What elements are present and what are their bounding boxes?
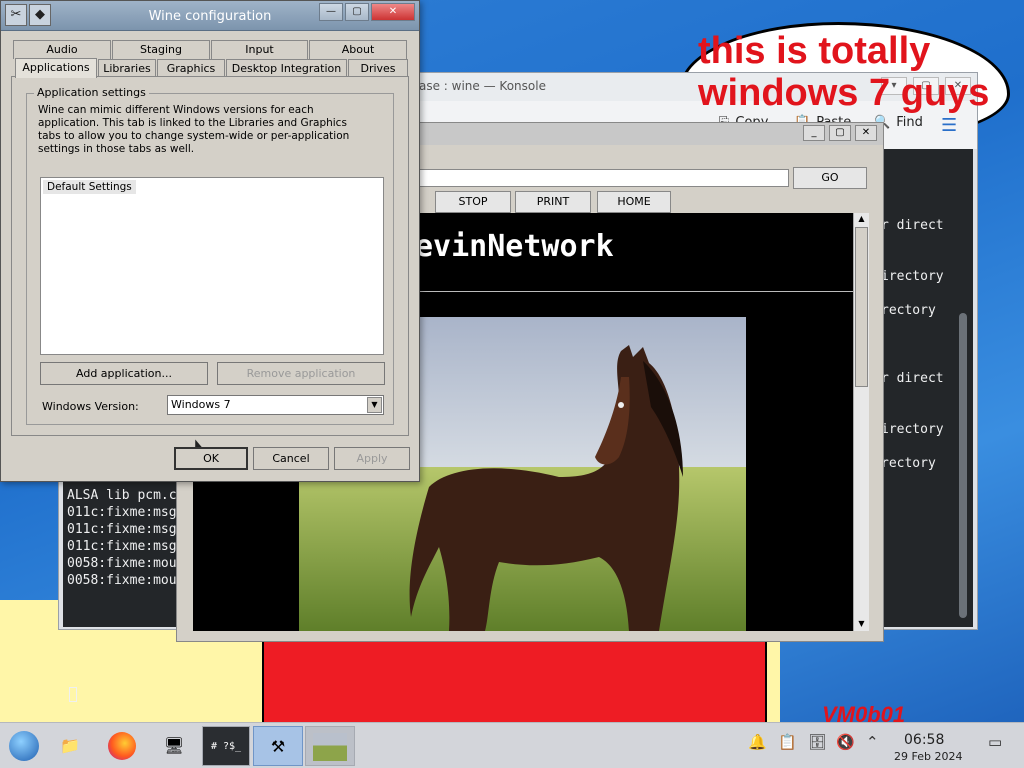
tab-about[interactable]: About (309, 40, 407, 59)
selected-version: Windows 7 (171, 398, 231, 411)
description-text: Wine can mimic different Windows version… (38, 104, 350, 155)
tab-audio[interactable]: Audio (13, 40, 111, 59)
add-application-button[interactable]: Add application... (40, 362, 208, 385)
clock-date[interactable]: 29 Feb 2024 (894, 750, 962, 763)
scroll-up-icon[interactable]: ▲ (855, 213, 868, 226)
desktop-drawing-red (262, 636, 767, 726)
windows-version-label: Windows Version: (42, 400, 139, 413)
term-line: ALSA lib pcm.c (67, 488, 177, 503)
applications-panel: Application settings Wine can mimic diff… (11, 76, 409, 457)
remove-application-button[interactable]: Remove application (217, 362, 385, 385)
url-input[interactable] (417, 169, 789, 187)
ok-button[interactable]: OK (174, 447, 248, 470)
print-button[interactable]: PRINT (515, 191, 591, 213)
wine-config-dialog[interactable]: ✂ ◆ Wine configuration — ▢ ✕ Audio Stagi… (0, 0, 420, 482)
windows-logo-icon (9, 731, 39, 761)
site-title: evinNetwork (415, 229, 614, 264)
terminal-cursor (69, 687, 77, 702)
term-line-right: irectory (881, 422, 944, 437)
close-icon[interactable]: ✕ (371, 3, 415, 21)
clipboard-icon[interactable]: 📋 (778, 733, 797, 751)
term-line: 011c:fixme:msg (67, 539, 177, 554)
volume-muted-icon[interactable]: 🔇 (836, 733, 855, 751)
term-line-right: rectory (881, 456, 936, 471)
clock-time[interactable]: 06:58 (904, 732, 944, 748)
maximize-icon[interactable]: ▢ (829, 125, 851, 141)
show-desktop-icon[interactable]: ▭ (988, 733, 1002, 751)
browser-scrollbar[interactable]: ▲ ▼ (853, 213, 869, 631)
term-line: 011c:fixme:msg (67, 505, 177, 520)
maximize-icon[interactable]: ▢ (345, 3, 369, 21)
group-label: Application settings (34, 86, 149, 99)
konsole-title: ase : wine — Konsole (419, 79, 546, 93)
notification-bell-icon[interactable]: 🔔 (748, 733, 767, 751)
start-button[interactable] (2, 726, 46, 766)
term-line-right: irectory (881, 269, 944, 284)
firefox-icon[interactable] (100, 726, 144, 766)
chevron-up-icon[interactable]: ⌃ (866, 733, 879, 751)
scroll-thumb[interactable] (855, 227, 868, 387)
term-line-right: r direct (881, 371, 944, 386)
chevron-down-icon[interactable]: ▼ (367, 397, 382, 413)
terminal-icon: # ?$_ (210, 741, 242, 752)
task-browser[interactable] (305, 726, 355, 766)
term-line: 0058:fixme:mou (67, 556, 177, 571)
home-button[interactable]: HOME (597, 191, 671, 213)
windows-version-select[interactable]: Windows 7 ▼ (167, 395, 384, 415)
stop-button[interactable]: STOP (435, 191, 511, 213)
file-manager-icon[interactable]: 📁 (48, 726, 92, 766)
term-line-right: r direct (881, 218, 944, 233)
term-line: 011c:fixme:msg (67, 522, 177, 537)
apply-button[interactable]: Apply (334, 447, 410, 470)
term-line-right: rectory (881, 303, 936, 318)
storage-icon[interactable]: 🗄 (808, 733, 827, 751)
konsole-scrollbar[interactable] (959, 313, 967, 618)
taskbar: 📁 🖥 # ?$_ ⚒ 🔔 📋 🗄 🔇 ⌃ 06:58 29 Feb 2024 … (0, 722, 1024, 768)
wine-titlebar[interactable]: ✂ ◆ Wine configuration — ▢ ✕ (1, 1, 419, 31)
tab-applications[interactable]: Applications (15, 58, 97, 78)
go-button[interactable]: GO (793, 167, 867, 189)
horse-thumbnail-icon (313, 733, 347, 761)
tab-input[interactable]: Input (211, 40, 308, 59)
hamburger-menu-icon[interactable]: ☰ (941, 115, 957, 136)
system-settings-icon[interactable]: 🖥 (152, 726, 196, 766)
close-icon[interactable]: ✕ (855, 125, 877, 141)
minimize-icon[interactable]: _ (803, 125, 825, 141)
scroll-down-icon[interactable]: ▼ (855, 618, 868, 631)
list-item[interactable]: Default Settings (43, 180, 136, 194)
tab-staging[interactable]: Staging (112, 40, 210, 59)
minimize-icon[interactable]: — (319, 3, 343, 21)
task-wine-config[interactable]: ⚒ (253, 726, 303, 766)
wine-tools-icon: ⚒ (270, 737, 286, 756)
application-list[interactable]: Default Settings (40, 177, 384, 355)
term-line: 0058:fixme:mou (67, 573, 177, 588)
task-terminal[interactable]: # ?$_ (202, 726, 250, 766)
cancel-button[interactable]: Cancel (253, 447, 329, 470)
bubble-text: this is totally windows 7 guys (698, 30, 990, 114)
